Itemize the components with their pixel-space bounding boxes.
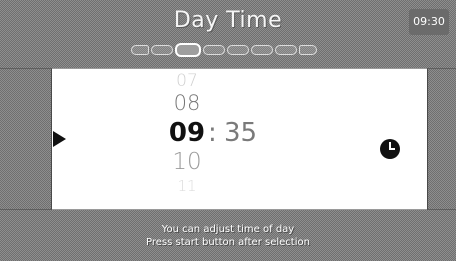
hour-option[interactable]: 07 [162, 71, 212, 91]
clock-icon [380, 139, 400, 159]
progress-step [299, 45, 317, 55]
selected-minute[interactable]: 35 [224, 118, 257, 148]
current-time-badge: 09:30 [409, 9, 449, 35]
header-bar: Day Time 09:30 [0, 0, 456, 68]
progress-step [131, 45, 149, 55]
selected-hour[interactable]: 09 [162, 118, 212, 148]
progress-step [275, 45, 297, 55]
time-picker-panel[interactable]: 07 08 09 : 35 10 11 [52, 68, 427, 210]
right-side-panel [427, 68, 456, 210]
step-progress-indicator [131, 43, 317, 57]
progress-step [227, 45, 249, 55]
hint-text-line-1: You can adjust time of day [161, 224, 295, 235]
hint-text-line-2: Press start button after selection [146, 237, 310, 248]
hour-option[interactable]: 11 [162, 177, 212, 195]
play-left-arrow-icon[interactable] [53, 131, 66, 147]
time-picker-row: 07 08 09 : 35 10 11 [0, 68, 456, 210]
hour-option[interactable]: 08 [162, 91, 212, 115]
time-separator: : [208, 118, 217, 148]
page-title: Day Time [173, 8, 283, 33]
hour-option[interactable]: 10 [162, 149, 212, 175]
progress-step-active [175, 43, 201, 57]
footer-hint-area: You can adjust time of day Press start b… [0, 210, 456, 261]
left-side-panel [0, 68, 52, 210]
progress-step [251, 45, 273, 55]
progress-step [151, 45, 173, 55]
progress-step [203, 45, 225, 55]
